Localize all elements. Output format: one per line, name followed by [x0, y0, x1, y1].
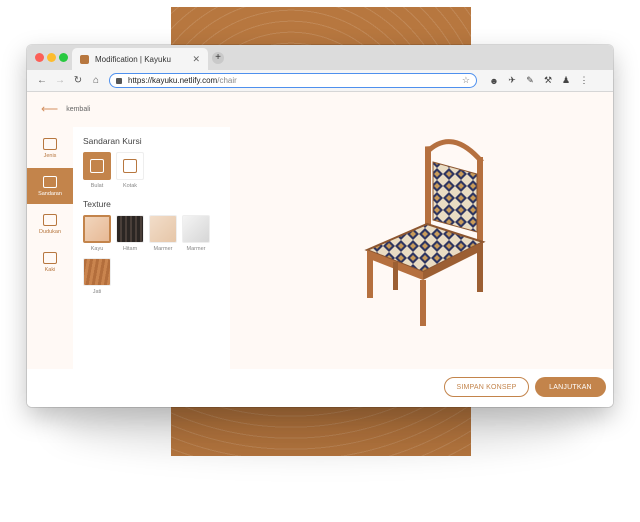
- backrest-arch: [425, 139, 484, 164]
- leg-front-right: [420, 280, 426, 326]
- legs-icon: [43, 251, 57, 264]
- sidebar-item-label: Dudukan: [38, 228, 62, 235]
- back-arrow-icon[interactable]: ←: [33, 75, 51, 86]
- texture-option-marmer-2[interactable]: Marmer: [182, 215, 210, 252]
- option-label: Bulat: [90, 183, 104, 189]
- minimize-window-button[interactable]: [47, 53, 56, 62]
- back-label: kembali: [66, 105, 91, 113]
- chair-type-icon: [43, 137, 57, 150]
- extension-user-icon[interactable]: ♟: [557, 75, 575, 86]
- chair-3d-preview[interactable]: [347, 132, 487, 342]
- sidebar-item-label: Kaki: [44, 266, 56, 273]
- close-window-button[interactable]: [35, 53, 44, 62]
- leg-back-right: [477, 250, 483, 292]
- texture-option-kayu[interactable]: Kayu: [83, 215, 111, 252]
- back-arrow-icon: ⟵: [41, 102, 59, 116]
- backrest-options: Bulat Kotak: [83, 152, 220, 189]
- sidebar-item-sandaran[interactable]: Sandaran: [27, 168, 73, 204]
- url-host: https://kayuku.netlify.com: [128, 76, 218, 85]
- backrest-option-kotak[interactable]: Kotak: [116, 152, 144, 189]
- backrest-swatch: [83, 152, 111, 180]
- option-label: Kayu: [90, 246, 104, 252]
- stage: Modification | Kayuku ✕ + ← → ↻ ⌂ https:…: [0, 0, 640, 522]
- back-link[interactable]: ⟵ kembali: [41, 102, 90, 116]
- favicon-icon: [80, 54, 89, 64]
- texture-option-hitam[interactable]: Hitam: [116, 215, 144, 252]
- new-tab-button[interactable]: +: [212, 52, 224, 64]
- texture-swatch: [182, 215, 210, 243]
- bookmark-star-icon[interactable]: ☆: [462, 75, 470, 86]
- texture-options: Kayu Hitam Marmer Marmer Jati: [83, 215, 220, 295]
- browser-toolbar: ← → ↻ ⌂ https://kayuku.netlify.com /chai…: [27, 70, 613, 92]
- page-content: ⟵ kembali Jenis Sandaran Dudukan Kaki Sa…: [27, 92, 613, 407]
- extension-face-icon[interactable]: ☻: [485, 76, 503, 86]
- home-icon[interactable]: ⌂: [87, 75, 105, 86]
- browser-window: Modification | Kayuku ✕ + ← → ↻ ⌂ https:…: [27, 45, 613, 407]
- square-backrest-icon: [123, 159, 137, 173]
- sidebar-item-dudukan[interactable]: Dudukan: [27, 206, 73, 242]
- sidebar-item-label: Jenis: [43, 152, 57, 159]
- action-footer: SIMPAN KONSEP LANJUTKAN: [27, 369, 613, 407]
- tab-close-icon[interactable]: ✕: [192, 54, 200, 65]
- extension-bird-icon[interactable]: ✈: [503, 75, 521, 86]
- texture-option-marmer-1[interactable]: Marmer: [149, 215, 177, 252]
- backrest-section-title: Sandaran Kursi: [83, 136, 142, 146]
- sidebar-item-kaki[interactable]: Kaki: [27, 244, 73, 280]
- option-label: Kotak: [122, 183, 138, 189]
- option-label: Hitam: [122, 246, 138, 252]
- tab-bar: Modification | Kayuku ✕ +: [27, 45, 613, 70]
- options-panel: Sandaran Kursi Bulat Kotak Texture Kayu …: [73, 127, 230, 370]
- forward-arrow-icon[interactable]: →: [51, 75, 69, 86]
- reload-icon[interactable]: ↻: [69, 75, 87, 86]
- tab-title: Modification | Kayuku: [95, 54, 171, 64]
- leg-back-left: [393, 262, 398, 290]
- backrest-option-bulat[interactable]: Bulat: [83, 152, 111, 189]
- browser-tab[interactable]: Modification | Kayuku ✕: [72, 48, 208, 70]
- backrest-fabric: [432, 161, 478, 233]
- extension-translate-icon[interactable]: ✎: [521, 75, 539, 86]
- backrest-icon: [43, 175, 57, 188]
- option-label: Marmer: [186, 246, 206, 252]
- texture-swatch: [149, 215, 177, 243]
- option-label: Marmer: [153, 246, 173, 252]
- leg-front-left: [367, 258, 373, 298]
- sidebar-item-label: Sandaran: [38, 190, 62, 197]
- option-label: Jati: [92, 289, 102, 295]
- backrest-swatch: [116, 152, 144, 180]
- save-concept-button[interactable]: SIMPAN KONSEP: [444, 377, 529, 397]
- texture-section-title: Texture: [83, 199, 111, 209]
- address-bar[interactable]: https://kayuku.netlify.com /chair ☆: [109, 73, 477, 88]
- url-path: /chair: [217, 76, 237, 85]
- texture-swatch: [83, 215, 111, 243]
- seat-icon: [43, 213, 57, 226]
- browser-menu-icon[interactable]: ⋮: [575, 75, 593, 86]
- round-backrest-icon: [90, 159, 104, 173]
- category-sidebar: Jenis Sandaran Dudukan Kaki: [27, 130, 73, 282]
- sidebar-item-jenis[interactable]: Jenis: [27, 130, 73, 166]
- continue-button[interactable]: LANJUTKAN: [535, 377, 606, 397]
- lock-icon: [116, 77, 122, 84]
- texture-swatch: [83, 258, 111, 286]
- texture-option-jati[interactable]: Jati: [83, 258, 111, 295]
- maximize-window-button[interactable]: [59, 53, 68, 62]
- texture-swatch: [116, 215, 144, 243]
- extension-tool-icon[interactable]: ⚒: [539, 75, 557, 86]
